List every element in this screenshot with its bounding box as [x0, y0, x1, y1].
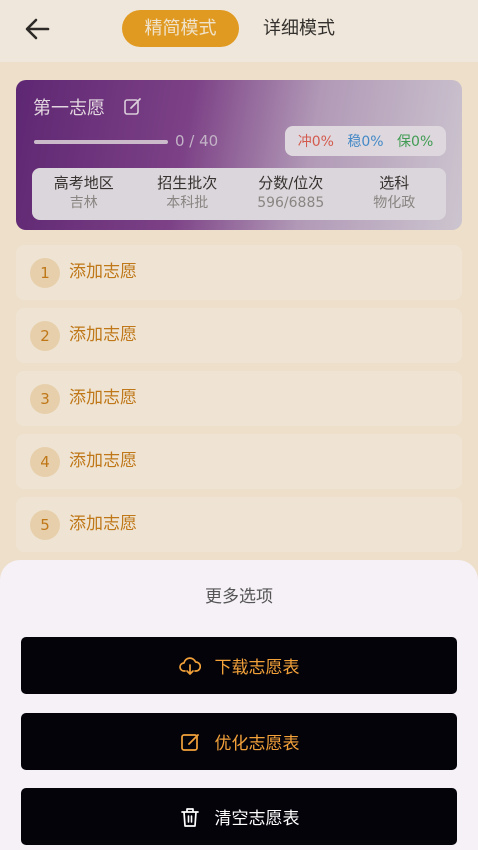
- sheet-title: 更多选项: [205, 587, 273, 607]
- optimize-table-button[interactable]: 优化志愿表: [21, 713, 457, 770]
- edit-icon: [180, 733, 199, 751]
- more-options-sheet: 更多选项 下载志愿表 优化志愿表 清空志愿表: [0, 560, 478, 850]
- optimize-button-label: 优化志愿表: [214, 734, 300, 754]
- trash-icon: [180, 807, 199, 827]
- clear-button-label: 清空志愿表: [214, 809, 300, 829]
- download-table-button[interactable]: 下载志愿表: [21, 637, 457, 694]
- cloud-download-icon: [178, 656, 201, 675]
- download-button-label: 下载志愿表: [214, 658, 300, 678]
- clear-table-button[interactable]: 清空志愿表: [21, 788, 457, 845]
